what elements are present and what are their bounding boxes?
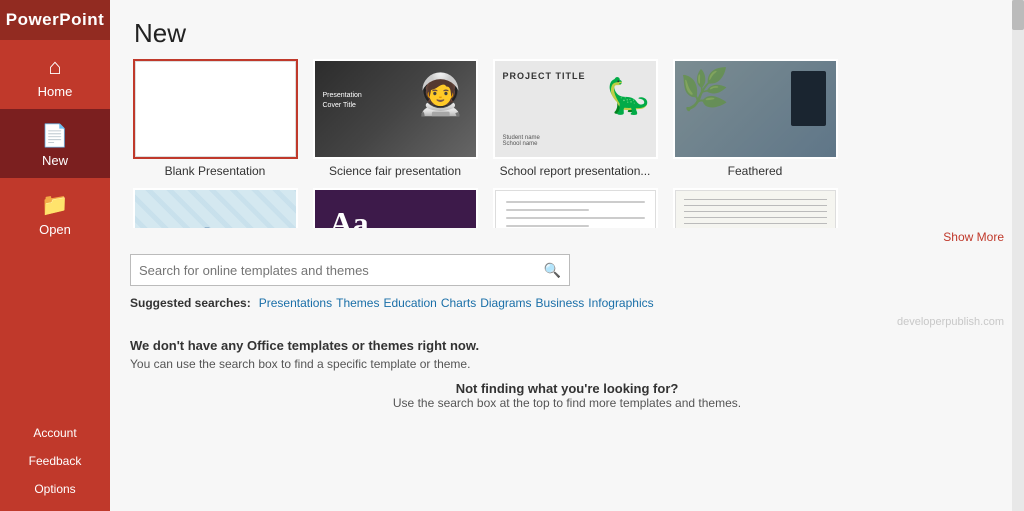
feathered-label: Feathered [728, 164, 783, 178]
science-preview: 🧑‍🚀 PresentationCover Title [315, 61, 476, 157]
badge-line-2 [684, 205, 827, 206]
template-feathered[interactable]: 🌿 Feathered [670, 59, 840, 178]
info1-text: You can use the search box to find a spe… [130, 357, 1004, 371]
crop-thumb-container [493, 188, 658, 228]
template-row-1: Blank Presentation 🧑‍🚀 PresentationCover… [130, 59, 1004, 178]
home-icon: ⌂ [48, 54, 61, 80]
search-input[interactable] [139, 263, 544, 278]
search-area: 🔍 [110, 250, 1024, 290]
feedback-button[interactable]: Feedback [0, 447, 110, 475]
info2-text: Use the search box at the top to find mo… [130, 396, 1004, 410]
suggested-diagrams[interactable]: Diagrams [480, 296, 531, 310]
badge-thumb-container [673, 188, 838, 228]
main-header: New [110, 0, 1024, 59]
scrollbar[interactable] [1012, 0, 1024, 511]
template-school[interactable]: PROJECT TITLE 🦕 Student nameSchool name … [490, 59, 660, 178]
science-text: PresentationCover Title [323, 91, 362, 111]
sidebar-item-home-label: Home [38, 84, 73, 99]
account-button[interactable]: Account [0, 419, 110, 447]
school-label: School report presentation... [500, 164, 651, 178]
school-preview: PROJECT TITLE 🦕 Student nameSchool name [495, 61, 656, 157]
badge-line-1 [684, 199, 827, 200]
sidebar-item-new[interactable]: 📄 New [0, 109, 110, 178]
search-box[interactable]: 🔍 [130, 254, 570, 286]
info1-bold: We don't have any Office templates or th… [130, 338, 1004, 353]
suggested-searches: Suggested searches: Presentations Themes… [110, 290, 1024, 314]
school-thumb-container: PROJECT TITLE 🦕 Student nameSchool name [493, 59, 658, 159]
dinosaur-icon: 🦕 [607, 76, 651, 117]
suggested-business[interactable]: Business [536, 296, 585, 310]
template-row-2: Aa Savon Aa [130, 188, 1004, 228]
school-body-text: Student nameSchool name [503, 135, 540, 147]
template-badge[interactable]: Badge [670, 188, 840, 228]
savon-aa-text: Aa [195, 220, 234, 229]
sidebar-item-open-label: Open [39, 222, 71, 237]
crop-line-3 [506, 217, 645, 219]
badge-preview [675, 190, 836, 228]
open-icon: 📁 [41, 192, 68, 218]
school-title-text: PROJECT TITLE [503, 71, 586, 81]
info2-section: Not finding what you're looking for? Use… [130, 381, 1004, 410]
search-icon: 🔍 [544, 262, 561, 279]
page-title: New [134, 18, 186, 48]
science-thumb-container: 🧑‍🚀 PresentationCover Title [313, 59, 478, 159]
template-blank[interactable]: Blank Presentation [130, 59, 300, 178]
crop-line-4 [506, 225, 589, 227]
app-title: PowerPoint [0, 0, 110, 40]
dividend-aa-text: Aa [330, 205, 369, 228]
science-label: Science fair presentation [329, 164, 461, 178]
badge-line-5 [684, 223, 827, 224]
crop-line-1 [506, 201, 645, 203]
new-icon: 📄 [41, 123, 68, 149]
science-astronaut-icon: 🧑‍🚀 [416, 71, 466, 118]
sidebar-item-home[interactable]: ⌂ Home [0, 40, 110, 109]
sidebar-item-new-label: New [42, 153, 68, 168]
crop-preview [495, 190, 656, 228]
dividend-preview: Aa [315, 190, 476, 228]
leaves-icon: 🌿 [680, 66, 730, 113]
template-dividend[interactable]: Aa Dividend [310, 188, 480, 228]
sidebar-item-open[interactable]: 📁 Open [0, 178, 110, 247]
badge-line-4 [684, 217, 827, 218]
sidebar: PowerPoint ⌂ Home 📄 New 📁 Open Account F… [0, 0, 110, 511]
template-crop[interactable]: Crop [490, 188, 660, 228]
info2-bold: Not finding what you're looking for? [130, 381, 1004, 396]
templates-grid: Blank Presentation 🧑‍🚀 PresentationCover… [110, 59, 1024, 228]
dividend-thumb-container: Aa [313, 188, 478, 228]
feathered-thumb-container: 🌿 [673, 59, 838, 159]
savon-thumb-container: Aa [133, 188, 298, 228]
feathered-preview: 🌿 [675, 61, 836, 157]
notebook-shape [791, 71, 826, 126]
suggested-infographics[interactable]: Infographics [588, 296, 653, 310]
crop-line-2 [506, 209, 589, 211]
suggested-label: Suggested searches: [130, 296, 251, 310]
suggested-themes[interactable]: Themes [336, 296, 379, 310]
sidebar-bottom: Account Feedback Options [0, 419, 110, 511]
suggested-education[interactable]: Education [383, 296, 436, 310]
blank-thumb [133, 59, 298, 159]
watermark: developerpublish.com [110, 314, 1024, 330]
info-area: We don't have any Office templates or th… [110, 330, 1024, 511]
badge-lines [676, 191, 835, 228]
crop-lines [506, 201, 645, 228]
scrollbar-thumb[interactable] [1012, 0, 1024, 30]
suggested-charts[interactable]: Charts [441, 296, 476, 310]
template-science[interactable]: 🧑‍🚀 PresentationCover Title Science fair… [310, 59, 480, 178]
options-button[interactable]: Options [0, 475, 110, 503]
blank-label: Blank Presentation [165, 164, 266, 178]
blank-preview [135, 61, 296, 157]
badge-line-3 [684, 211, 827, 212]
savon-preview: Aa [135, 190, 296, 228]
main-content: New Blank Presentation 🧑‍🚀 PresentationC… [110, 0, 1024, 511]
show-more-link[interactable]: Show More [110, 228, 1024, 250]
template-savon[interactable]: Aa Savon [130, 188, 300, 228]
suggested-presentations[interactable]: Presentations [259, 296, 332, 310]
